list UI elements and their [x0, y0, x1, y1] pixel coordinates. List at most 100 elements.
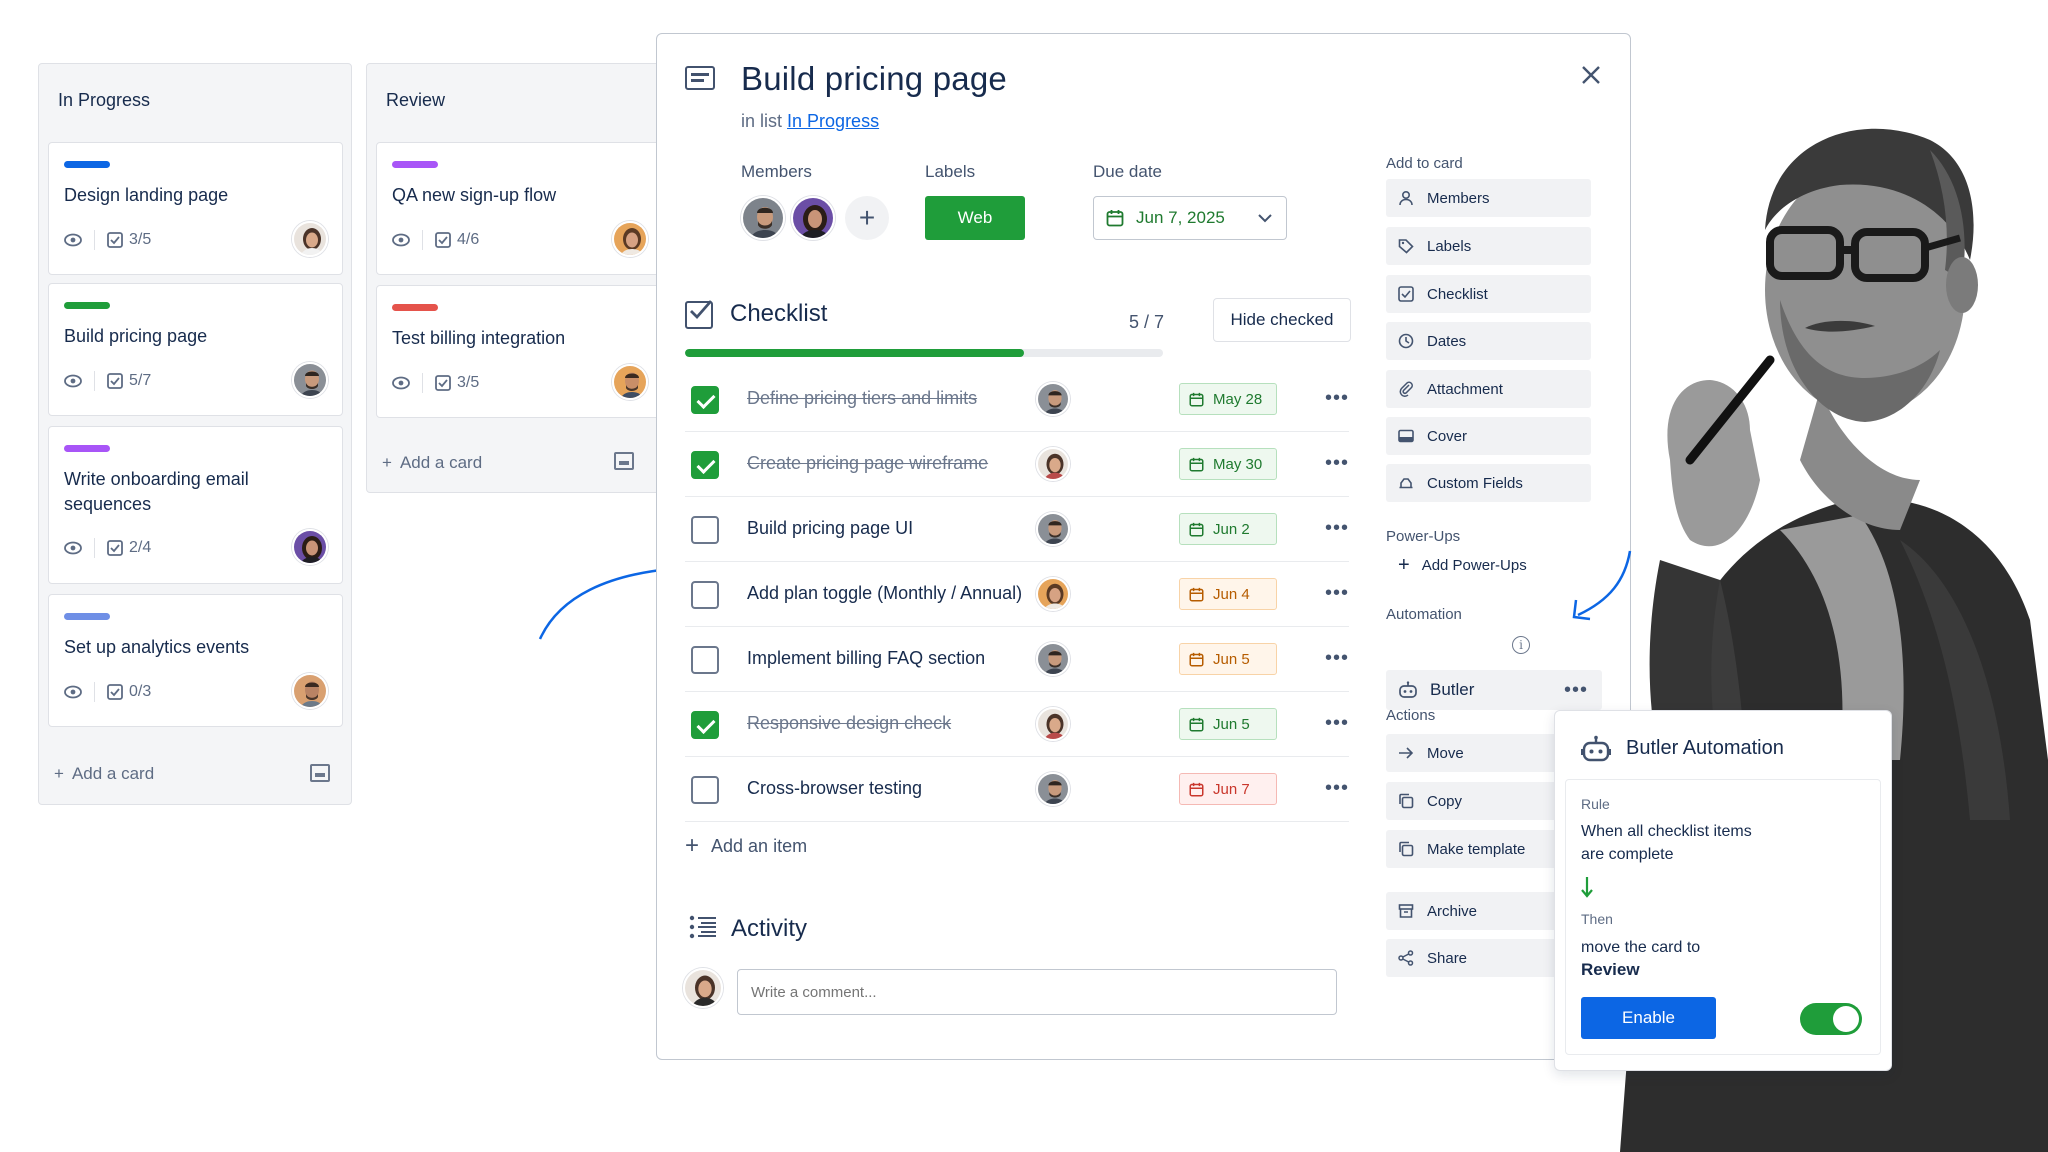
checklist-item-text[interactable]: Build pricing page UI [747, 518, 913, 539]
checklist-icon [107, 373, 123, 389]
checklist-checkbox[interactable] [691, 386, 719, 414]
checklist-item-text[interactable]: Responsive design check [747, 713, 951, 734]
more-options-icon[interactable]: ••• [1325, 387, 1349, 410]
in-list-text: in list In Progress [741, 111, 880, 131]
paperclip-icon [1399, 381, 1413, 397]
checklist-item-text[interactable]: Add plan toggle (Monthly / Annual) [747, 583, 1022, 604]
calendar-icon [1189, 782, 1204, 796]
item-due-date[interactable]: May 30 [1179, 448, 1277, 480]
plus-icon: + [1398, 554, 1410, 576]
sidebar-members-button[interactable]: Members [1386, 179, 1591, 217]
sidebar-dates-button[interactable]: Dates [1386, 322, 1591, 360]
avatar[interactable] [612, 221, 648, 257]
label-chip[interactable]: Web [925, 196, 1025, 240]
assignee-avatar[interactable] [1036, 772, 1070, 806]
butler-more-icon[interactable]: ••• [1564, 679, 1588, 702]
enable-button[interactable]: Enable [1581, 997, 1716, 1039]
template-icon [1399, 841, 1414, 857]
checklist-checkbox[interactable] [691, 581, 719, 609]
in-list-link[interactable]: In Progress [787, 111, 879, 131]
due-date-button[interactable]: Jun 7, 2025 [1093, 196, 1287, 240]
avatar[interactable] [292, 673, 328, 709]
rule-text-line-2: are complete [1581, 846, 1674, 863]
member-avatar[interactable] [791, 196, 835, 240]
assignee-avatar[interactable] [1036, 707, 1070, 741]
card-badges: 5/7 [64, 371, 151, 391]
card-write-onboarding[interactable]: Write onboarding email sequences 2/4 [48, 426, 343, 584]
butler-button[interactable]: Butler ••• [1386, 670, 1602, 710]
assignee-avatar[interactable] [1036, 382, 1070, 416]
card-detail-modal: Build pricing page in list In Progress M… [656, 33, 1631, 1060]
comment-input[interactable] [737, 969, 1337, 1015]
sidebar-checklist-button[interactable]: Checklist [1386, 275, 1591, 313]
avatar[interactable] [612, 364, 648, 400]
card-icon [685, 66, 715, 90]
assignee-avatar[interactable] [1036, 577, 1070, 611]
card-template-icon[interactable] [614, 452, 634, 470]
assignee-avatar[interactable] [1036, 447, 1070, 481]
assignee-avatar[interactable] [1036, 512, 1070, 546]
item-due-date[interactable]: Jun 5 [1179, 643, 1277, 675]
avatar[interactable] [292, 362, 328, 398]
checklist-badge: 3/5 [435, 374, 479, 392]
add-power-ups-button[interactable]: + Add Power-Ups [1398, 554, 1527, 577]
clock-icon [1398, 333, 1414, 349]
card-design-landing-page[interactable]: Design landing page 3/5 [48, 142, 343, 275]
more-options-icon[interactable]: ••• [1325, 712, 1349, 735]
members-label: Members [741, 162, 812, 181]
checklist-checkbox[interactable] [691, 516, 719, 544]
more-options-icon[interactable]: ••• [1325, 452, 1349, 475]
card-title[interactable]: Build pricing page [741, 60, 1007, 98]
sidebar-custom-fields-button[interactable]: Custom Fields [1386, 464, 1591, 502]
card-set-up-analytics[interactable]: Set up analytics events 0/3 [48, 594, 343, 727]
checklist-item-text[interactable]: Cross-browser testing [747, 778, 922, 799]
add-card-button[interactable]: + Add a card [54, 764, 154, 784]
power-ups-heading: Power-Ups [1386, 528, 1461, 545]
card-title: Design landing page [64, 185, 229, 205]
item-due-date[interactable]: Jun 4 [1179, 578, 1277, 610]
checklist-checkbox[interactable] [691, 646, 719, 674]
hide-checked-button[interactable]: Hide checked [1213, 298, 1351, 342]
card-title: Test billing integration [392, 328, 566, 348]
sidebar-labels-button[interactable]: Labels [1386, 227, 1591, 265]
checklist-item-text[interactable]: Create pricing page wireframe [747, 453, 988, 474]
card-build-pricing-page[interactable]: Build pricing page 5/7 [48, 283, 343, 416]
automation-toggle[interactable] [1800, 1003, 1862, 1035]
add-member-button[interactable]: + [845, 196, 889, 240]
card-test-billing[interactable]: Test billing integration 3/5 [376, 285, 663, 418]
checklist-count: 5 / 7 [1129, 312, 1165, 332]
card-template-icon[interactable] [310, 764, 330, 782]
archive-icon [1398, 904, 1414, 918]
item-due-date[interactable]: May 28 [1179, 383, 1277, 415]
add-card-button[interactable]: + Add a card [382, 453, 482, 473]
assignee-avatar[interactable] [1036, 642, 1070, 676]
avatar[interactable] [292, 221, 328, 257]
checklist-item-text[interactable]: Implement billing FAQ section [747, 648, 985, 669]
automation-rule-card: Rule When all checklist items are comple… [1565, 779, 1881, 1055]
watch-icon [64, 541, 82, 555]
item-due-date[interactable]: Jun 7 [1179, 773, 1277, 805]
sidebar-attachment-button[interactable]: Attachment [1386, 370, 1591, 408]
item-due-date[interactable]: Jun 2 [1179, 513, 1277, 545]
checklist-checkbox[interactable] [691, 776, 719, 804]
checklist-item: Add plan toggle (Monthly / Annual) Jun 4… [685, 562, 1349, 627]
info-icon[interactable]: i [1512, 636, 1530, 654]
member-avatar[interactable] [741, 196, 785, 240]
more-options-icon[interactable]: ••• [1325, 647, 1349, 670]
sidebar-cover-button[interactable]: Cover [1386, 417, 1591, 455]
more-options-icon[interactable]: ••• [1325, 582, 1349, 605]
card-title: Set up analytics events [64, 637, 250, 657]
checklist-checkbox[interactable] [691, 451, 719, 479]
checklist-item-text[interactable]: Define pricing tiers and limits [747, 388, 977, 409]
card-qa-sign-up-flow[interactable]: QA new sign-up flow 4/6 [376, 142, 663, 275]
item-due-date[interactable]: Jun 5 [1179, 708, 1277, 740]
checklist-progress-fill [685, 349, 1025, 357]
more-options-icon[interactable]: ••• [1325, 777, 1349, 800]
avatar[interactable] [292, 529, 328, 565]
actions-heading: Actions [1386, 707, 1436, 724]
add-item-button[interactable]: + Add an item [685, 832, 807, 860]
checklist-checkbox[interactable] [691, 711, 719, 739]
card-badges: 0/3 [64, 682, 151, 702]
tag-icon [1398, 239, 1414, 254]
more-options-icon[interactable]: ••• [1325, 517, 1349, 540]
